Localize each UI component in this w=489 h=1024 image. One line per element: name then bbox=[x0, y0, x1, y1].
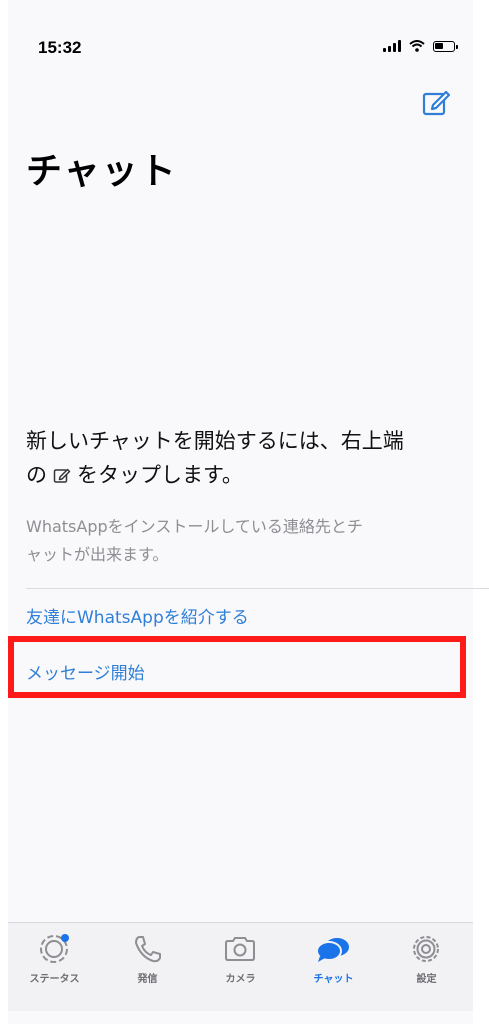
tab-chats[interactable]: チャット bbox=[287, 923, 380, 1011]
status-icon bbox=[40, 934, 69, 963]
phone-icon bbox=[135, 936, 161, 963]
battery-icon bbox=[433, 40, 458, 52]
tab-status[interactable]: ステータス bbox=[8, 923, 101, 1011]
empty-state-sub-line2: ャットが出来ます。 bbox=[26, 545, 169, 564]
divider bbox=[26, 588, 489, 589]
tab-calls[interactable]: 発信 bbox=[101, 923, 194, 1011]
empty-state-line2-suffix: をタップします。 bbox=[77, 463, 243, 487]
empty-state-line2-prefix: の bbox=[26, 463, 47, 487]
wifi-icon bbox=[409, 40, 425, 52]
tab-status-label: ステータス bbox=[29, 974, 80, 985]
empty-state-sub-line1: WhatsAppをインストールしている連絡先とチ bbox=[26, 517, 363, 536]
tab-chats-label: チャット bbox=[313, 974, 354, 985]
status-time: 15:32 bbox=[38, 38, 82, 57]
empty-state-subtext: WhatsAppをインストールしている連絡先とチ ャットが出来ます。 bbox=[26, 513, 456, 569]
gear-icon bbox=[413, 936, 439, 962]
tab-settings[interactable]: 設定 bbox=[380, 923, 473, 1011]
compose-icon[interactable] bbox=[420, 86, 452, 118]
tab-camera[interactable]: カメラ bbox=[194, 923, 287, 1011]
chats-icon bbox=[316, 938, 349, 962]
tab-calls-label: 発信 bbox=[137, 974, 158, 985]
tab-settings-label: 設定 bbox=[416, 974, 437, 985]
page-title: チャット bbox=[26, 151, 178, 192]
empty-state-line2: の をタップします。 bbox=[26, 458, 456, 492]
status-icons bbox=[383, 40, 458, 52]
empty-state-heading: 新しいチャットを開始するには、右上端 の をタップします。 bbox=[26, 424, 456, 492]
empty-state-line1: 新しいチャットを開始するには、右上端 bbox=[26, 429, 404, 453]
signal-icon bbox=[383, 40, 401, 52]
tab-bar: ステータス 発信 カメラ チャット 設定 bbox=[8, 922, 473, 1011]
camera-icon bbox=[225, 937, 255, 961]
tab-camera-label: カメラ bbox=[225, 974, 256, 985]
invite-friends-link[interactable]: 友達にWhatsAppを紹介する bbox=[26, 603, 249, 628]
highlight-box bbox=[8, 636, 466, 698]
inline-compose-icon bbox=[53, 468, 71, 483]
